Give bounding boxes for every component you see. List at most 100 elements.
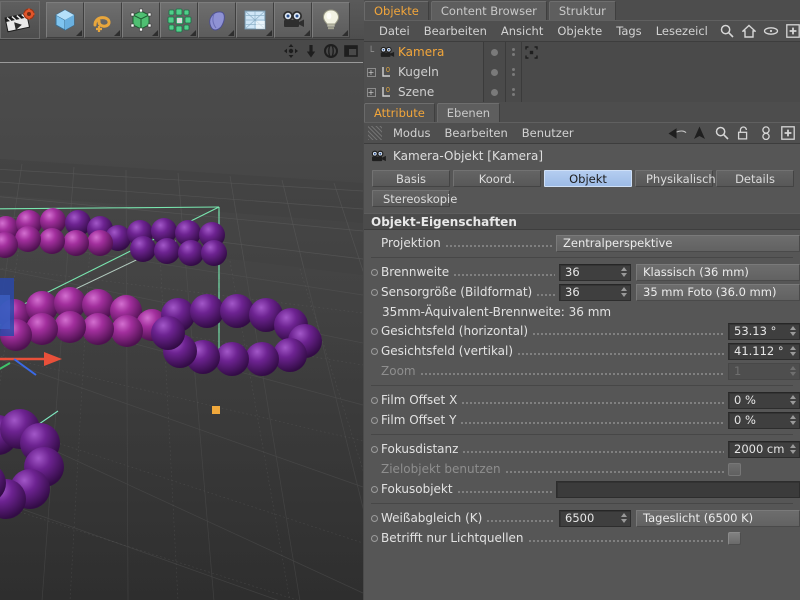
back-arrow-icon[interactable] bbox=[668, 124, 687, 142]
divider bbox=[371, 503, 793, 504]
plus-box-icon[interactable] bbox=[778, 124, 797, 142]
pan-icon[interactable] bbox=[282, 42, 300, 60]
object-tree[interactable]: └ Kamera + 0 Kugeln + 0 Szene bbox=[364, 42, 800, 102]
plus-box-icon[interactable] bbox=[784, 22, 800, 40]
menu-ansicht[interactable]: Ansicht bbox=[494, 20, 550, 42]
spinner[interactable] bbox=[789, 414, 796, 427]
fov-horizontal-input[interactable]: 53.13 ° bbox=[728, 322, 800, 340]
dolly-icon[interactable] bbox=[302, 42, 320, 60]
cube-primitive-button[interactable] bbox=[46, 1, 84, 38]
projektion-dropdown[interactable]: Zentralperspektive bbox=[556, 234, 800, 252]
menu-datei[interactable]: Datei bbox=[372, 20, 417, 42]
visibility-dot[interactable] bbox=[484, 82, 505, 102]
drag-grip[interactable] bbox=[368, 126, 382, 140]
rotate-icon[interactable] bbox=[322, 42, 340, 60]
property-row-fokusdistanz: Fokusdistanz 2000 cm bbox=[364, 439, 800, 459]
menu-lesezeichen[interactable]: Lesezeicl bbox=[649, 20, 715, 42]
selected-point-marker bbox=[212, 406, 220, 414]
camera-tool-button[interactable] bbox=[274, 1, 312, 38]
tab-objekte[interactable]: Objekte bbox=[364, 1, 429, 20]
blue-object bbox=[0, 278, 14, 336]
animation-dot[interactable] bbox=[371, 288, 378, 296]
eye-icon[interactable] bbox=[762, 22, 781, 40]
visibility-dot[interactable] bbox=[484, 62, 505, 82]
spline-tool-button[interactable] bbox=[84, 1, 122, 38]
mograph-tool-button[interactable] bbox=[160, 1, 198, 38]
spinner[interactable] bbox=[789, 345, 796, 358]
leader-dots bbox=[456, 484, 552, 496]
tab-content-browser[interactable]: Content Browser bbox=[430, 1, 547, 20]
tab-objekt[interactable]: Objekt bbox=[544, 170, 632, 187]
tab-ebenen[interactable]: Ebenen bbox=[436, 103, 501, 122]
weissabgleich-preset-dropdown[interactable]: Tageslicht (6500 K) bbox=[636, 509, 800, 527]
animation-dot[interactable] bbox=[371, 514, 378, 522]
3d-viewport[interactable] bbox=[0, 62, 363, 600]
menu-benutzer[interactable]: Benutzer bbox=[515, 122, 581, 144]
spinner bbox=[789, 365, 796, 378]
search-icon[interactable] bbox=[712, 124, 731, 142]
brennweite-preset-dropdown[interactable]: Klassisch (36 mm) bbox=[636, 263, 800, 281]
spinner[interactable] bbox=[620, 286, 627, 299]
spinner[interactable] bbox=[620, 266, 627, 279]
tab-struktur[interactable]: Struktur bbox=[548, 1, 616, 20]
link-icon[interactable] bbox=[756, 124, 775, 142]
fokusdistanz-input[interactable]: 2000 cm bbox=[728, 440, 800, 458]
primitive-tool-group bbox=[46, 1, 350, 39]
animation-dot[interactable] bbox=[371, 485, 378, 493]
camera-tag-icon[interactable] bbox=[522, 42, 800, 62]
brennweite-input[interactable]: 36 bbox=[559, 263, 631, 281]
render-dots[interactable] bbox=[506, 82, 521, 102]
film-offset-y-input[interactable]: 0 % bbox=[728, 411, 800, 429]
menu-objekte[interactable]: Objekte bbox=[550, 20, 609, 42]
fov-vertical-input[interactable]: 41.112 ° bbox=[728, 342, 800, 360]
object-row-szene[interactable]: + 0 Szene bbox=[364, 82, 483, 102]
tab-stereoskopie[interactable]: Stereoskopie bbox=[372, 190, 457, 207]
maximize-icon[interactable] bbox=[342, 42, 360, 60]
menu-bearbeiten[interactable]: Bearbeiten bbox=[438, 122, 515, 144]
environment-tool-button[interactable] bbox=[236, 1, 274, 38]
sensorgroesse-preset-dropdown[interactable]: 35 mm Foto (36.0 mm) bbox=[636, 283, 800, 301]
expand-toggle-kugeln[interactable]: + bbox=[364, 62, 378, 82]
spinner[interactable] bbox=[789, 443, 796, 456]
render-dots[interactable] bbox=[506, 42, 521, 62]
animation-dot[interactable] bbox=[371, 445, 378, 453]
spinner[interactable] bbox=[620, 512, 627, 525]
menu-bearbeiten[interactable]: Bearbeiten bbox=[417, 20, 494, 42]
object-row-kugeln[interactable]: + 0 Kugeln bbox=[364, 62, 483, 82]
up-arrow-icon[interactable] bbox=[690, 124, 709, 142]
leader-dots bbox=[461, 395, 724, 407]
tab-physikalisch[interactable]: Physikalisch bbox=[635, 170, 716, 187]
animation-dot[interactable] bbox=[371, 268, 378, 276]
menu-modus[interactable]: Modus bbox=[386, 122, 438, 144]
search-icon[interactable] bbox=[718, 22, 737, 40]
deformer-tool-button[interactable] bbox=[122, 1, 160, 38]
fokusobjekt-link-field[interactable] bbox=[556, 480, 800, 498]
light-tool-button[interactable] bbox=[312, 1, 350, 38]
record-animation-button[interactable] bbox=[0, 0, 40, 39]
animation-dot[interactable] bbox=[371, 396, 378, 404]
render-dots[interactable] bbox=[506, 62, 521, 82]
spinner[interactable] bbox=[789, 325, 796, 338]
film-offset-x-input[interactable]: 0 % bbox=[728, 391, 800, 409]
visibility-dot[interactable] bbox=[484, 42, 505, 62]
home-icon[interactable] bbox=[740, 22, 759, 40]
animation-dot[interactable] bbox=[371, 327, 378, 335]
spinner[interactable] bbox=[789, 394, 796, 407]
menu-tags[interactable]: Tags bbox=[609, 20, 648, 42]
sensorgroesse-input[interactable]: 36 bbox=[559, 283, 631, 301]
tab-attribute[interactable]: Attribute bbox=[364, 103, 435, 122]
tab-koord[interactable]: Koord. bbox=[453, 170, 541, 187]
tab-basis[interactable]: Basis bbox=[372, 170, 450, 187]
tab-details[interactable]: Details bbox=[716, 170, 794, 187]
object-name-kamera: Kamera bbox=[398, 45, 445, 59]
object-row-kamera[interactable]: └ Kamera bbox=[364, 42, 483, 62]
animation-dot[interactable] bbox=[371, 534, 378, 542]
animation-dot[interactable] bbox=[371, 416, 378, 424]
nurbs-tool-button[interactable] bbox=[198, 1, 236, 38]
lock-icon[interactable] bbox=[734, 124, 753, 142]
nur-lichtquellen-checkbox[interactable] bbox=[728, 531, 741, 545]
tag-area[interactable] bbox=[522, 42, 800, 102]
expand-toggle-szene[interactable]: + bbox=[364, 82, 378, 102]
weissabgleich-input[interactable]: 6500 bbox=[559, 509, 631, 527]
animation-dot[interactable] bbox=[371, 347, 378, 355]
